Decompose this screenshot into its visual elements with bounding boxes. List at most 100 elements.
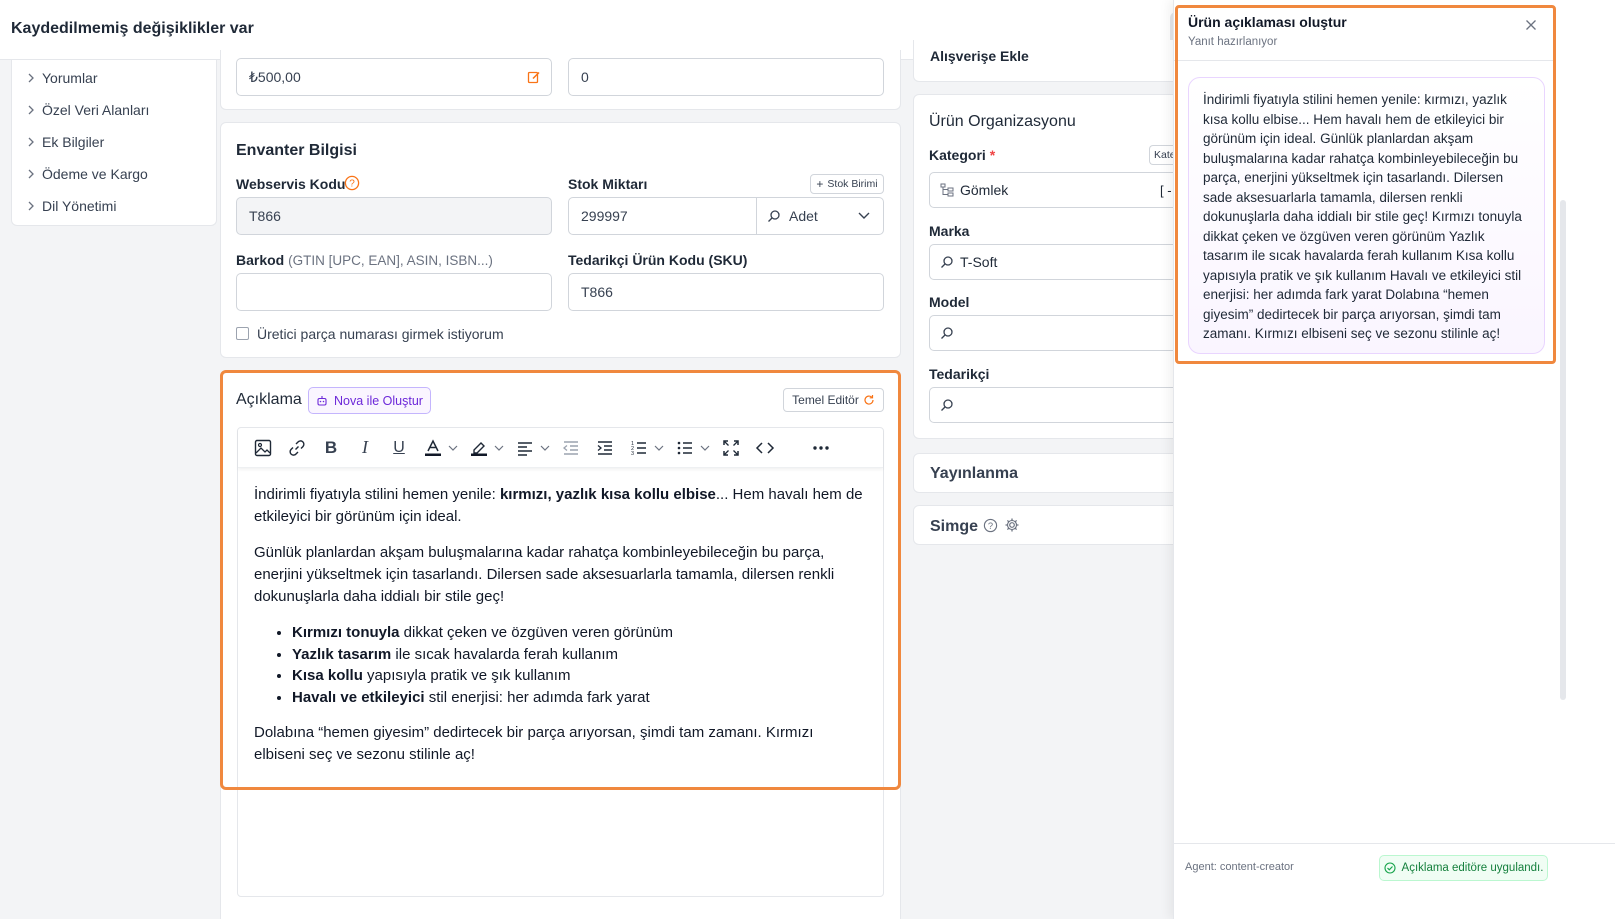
gear-icon[interactable] [1004,517,1020,533]
nav-item-language[interactable]: Dil Yönetimi [12,190,216,222]
bold-button[interactable]: B [318,435,344,461]
top-partial-label: Alışverişe Ekle [930,48,1029,64]
stock-unit-select[interactable]: Adet [756,198,883,234]
italic-button[interactable]: I [352,435,378,461]
search-icon [941,327,953,339]
check-circle-icon [1383,862,1396,874]
help-circle-icon[interactable]: ? [344,175,360,191]
supplier-select[interactable] [929,387,1179,423]
feature-list: Kırmızı tonuyla dikkat çeken ve özgüven … [292,622,864,708]
bold-text: Havalı ve etkileyici [292,688,425,706]
manufacturer-part-checkbox-label: Üretici parça numarası girmek istiyorum [257,326,504,342]
manufacturer-part-checkbox[interactable] [236,327,249,340]
chevron-right-icon [28,137,34,147]
inventory-title: Envanter Bilgisi [236,142,357,159]
category-trailing: [ - [1160,182,1172,198]
publishing-card[interactable]: Yayınlanma [913,453,1183,493]
text-span: dikkat çeken ve özgüven veren görünüm [399,624,674,641]
indent-button[interactable] [592,435,618,461]
brand-label: Marka [929,223,970,239]
category-select[interactable]: Gömlek [ - [929,172,1179,208]
code-icon [755,441,775,454]
edit-icon[interactable] [527,70,541,84]
secondary-price-input[interactable]: 0 [568,58,884,96]
nav-item-comments[interactable]: Yorumlar [12,62,216,94]
insert-image-button[interactable] [250,435,276,461]
underline-button[interactable]: U [386,435,412,461]
category-label-text: Kategori [929,147,986,163]
numbered-list-button[interactable]: 123 [626,435,652,461]
text-color-icon [425,438,441,456]
nav-item-label: Dil Yönetimi [42,198,117,214]
ai-response-text: İndirimli fiyatıyla stilini hemen yenile… [1203,92,1522,341]
image-icon [254,439,272,456]
brand-select[interactable]: T-Soft [929,244,1179,280]
stock-unit-value: Adet [789,208,818,224]
nav-item-label: Ödeme ve Kargo [42,166,148,182]
nav-item-label: Ek Bilgiler [42,134,105,150]
bullet-list-dropdown[interactable] [700,435,710,461]
webservice-code-value: T866 [249,208,281,224]
barcode-input[interactable] [236,273,552,311]
align-button[interactable] [512,435,538,461]
price-input[interactable]: ₺500,00 [236,58,552,96]
source-code-button[interactable] [752,435,778,461]
icon-card[interactable]: Simge ? [913,505,1183,545]
webservice-code-label: Webservis Kodu [236,176,345,192]
fullscreen-icon [723,439,739,456]
list-item: Havalı ve etkileyici stil enerjisi: her … [292,687,864,709]
chevron-right-icon [28,201,34,211]
more-horizontal-icon [813,445,829,450]
category-label: Kategori * [929,147,995,163]
nav-item-payment-shipping[interactable]: Ödeme ve Kargo [12,158,216,190]
chevron-down-icon [700,445,710,451]
text-color-button[interactable] [420,435,446,461]
barcode-hint: (GTIN [UPC, EAN], ASIN, ISBN...) [288,253,493,268]
numbered-list-icon: 123 [631,441,646,457]
stock-unit-button[interactable]: + Stok Birimi [810,174,884,194]
description-paragraph: Dolabına “hemen giyesim” dedirtecek bir … [254,724,814,764]
svg-text:?: ? [349,179,355,190]
svg-text:3: 3 [631,451,634,457]
highlight-color-button[interactable] [466,435,492,461]
editor-content[interactable]: İndirimli fiyatıyla stilini hemen yenile… [254,484,864,780]
price-value: ₺500,00 [249,68,301,85]
outdent-button[interactable] [558,435,584,461]
basic-editor-button[interactable]: Temel Editör [783,388,884,412]
organization-title: Ürün Organizasyonu [929,113,1076,130]
stock-quantity-label: Stok Miktarı [568,176,648,192]
bold-text: Kırmızı tonuyla [292,624,400,641]
search-icon [941,256,953,268]
text-color-dropdown[interactable] [448,435,458,461]
basic-editor-button-label: Temel Editör [792,393,859,407]
bullet-list-button[interactable] [672,435,698,461]
robot-icon [317,395,327,406]
editor-toolbar: B I U 123 [238,428,883,468]
outdent-icon [562,440,578,455]
insert-link-button[interactable] [284,435,310,461]
nav-item-custom-fields[interactable]: Özel Veri Alanları [12,94,216,126]
chevron-down-icon [494,445,504,451]
more-options-button[interactable] [808,435,834,461]
text-span: ile sıcak havalarda ferah kullanım [391,645,619,663]
numbered-list-dropdown[interactable] [654,435,664,461]
model-select[interactable] [929,315,1179,351]
webservice-code-label-text: Webservis Kodu [236,176,346,192]
sku-input[interactable]: T866 [568,273,884,311]
close-panel-button[interactable] [1522,16,1540,34]
align-dropdown[interactable] [540,435,550,461]
chevron-down-icon [654,445,664,451]
nova-generate-button[interactable]: Nova ile Oluştur [308,387,431,414]
plus-icon: + [816,177,824,191]
panel-scrollbar[interactable] [1558,60,1568,840]
scrollbar-thumb[interactable] [1560,200,1566,700]
sku-value: T866 [581,284,613,300]
highlight-color-dropdown[interactable] [494,435,504,461]
fullscreen-button[interactable] [718,435,744,461]
nav-item-extra-info[interactable]: Ek Bilgiler [12,126,216,158]
bold-text: Kısa kollu [292,667,363,685]
chevron-down-icon [448,445,458,451]
panel-divider [1174,60,1556,61]
tree-icon [940,183,954,197]
help-circle-icon[interactable]: ? [983,518,998,533]
